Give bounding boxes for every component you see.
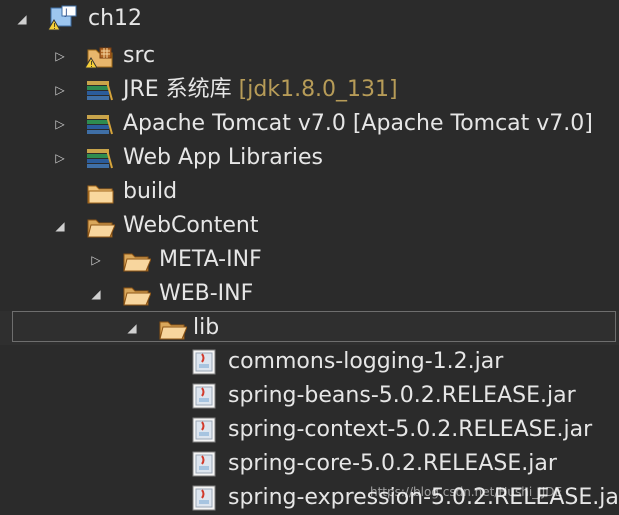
library-icon [87, 81, 113, 101]
webapp-libraries-label: Web App Libraries [123, 145, 323, 170]
tree-item-jre[interactable]: ▷ JRE 系统库 [jdk1.8.0_131] [0, 73, 619, 107]
collapse-arrow-icon[interactable]: ▷ [54, 117, 66, 131]
project-explorer-tree: ◢ J ! ch12 ▷ ! src ▷ JRE 系统库 [jdk1.8.0_1… [0, 0, 619, 513]
project-label: ch12 [88, 6, 143, 31]
tree-item-build[interactable]: build [0, 175, 619, 209]
web-project-icon: J ! [48, 5, 77, 31]
jar-label: spring-beans-5.0.2.RELEASE.jar [228, 383, 576, 408]
collapse-arrow-icon[interactable]: ▷ [54, 83, 66, 97]
web-inf-label: WEB-INF [159, 281, 254, 306]
src-label: src [123, 43, 156, 68]
lib-label: lib [193, 315, 220, 340]
collapse-arrow-icon[interactable]: ▷ [54, 49, 66, 63]
source-folder-icon: ! [85, 47, 113, 69]
collapse-arrow-icon[interactable]: ▷ [54, 151, 66, 165]
jar-label: spring-core-5.0.2.RELEASE.jar [228, 451, 557, 476]
tree-item-jar[interactable]: spring-context-5.0.2.RELEASE.jar [0, 413, 619, 447]
folder-icon [87, 185, 114, 204]
tree-item-lib[interactable]: ◢ lib [0, 311, 619, 345]
svg-text:!: ! [53, 22, 56, 31]
open-folder-icon [123, 253, 151, 272]
jar-label: commons-logging-1.2.jar [228, 349, 504, 374]
svg-text:J: J [64, 8, 68, 18]
build-label: build [123, 179, 178, 204]
jre-label: JRE 系统库 [jdk1.8.0_131] [123, 76, 398, 104]
library-icon [87, 149, 113, 169]
tomcat-label: Apache Tomcat v7.0 [Apache Tomcat v7.0] [123, 111, 593, 136]
jre-name: JRE 系统库 [123, 77, 232, 102]
tree-item-jar[interactable]: spring-beans-5.0.2.RELEASE.jar [0, 379, 619, 413]
tree-item-jar[interactable]: commons-logging-1.2.jar [0, 345, 619, 379]
webcontent-label: WebContent [123, 213, 259, 238]
jar-icon [192, 349, 216, 375]
library-icon [87, 115, 113, 135]
tree-item-tomcat[interactable]: ▷ Apache Tomcat v7.0 [Apache Tomcat v7.0… [0, 107, 619, 141]
jar-icon [192, 383, 216, 409]
tree-item-meta-inf[interactable]: ▷ META-INF [0, 243, 619, 277]
tree-item-webcontent[interactable]: ◢ WebContent [0, 209, 619, 243]
tree-item-jar[interactable]: spring-core-5.0.2.RELEASE.jar [0, 447, 619, 481]
jar-icon [192, 417, 216, 443]
tree-item-webapp-libraries[interactable]: ▷ Web App Libraries [0, 141, 619, 175]
jre-version: [jdk1.8.0_131] [238, 77, 398, 102]
open-folder-icon [123, 287, 151, 306]
collapse-arrow-icon[interactable]: ▷ [90, 253, 102, 267]
expand-arrow-icon[interactable]: ◢ [126, 321, 138, 335]
open-folder-icon [159, 321, 187, 340]
expand-arrow-icon[interactable]: ◢ [16, 12, 28, 26]
tree-item-src[interactable]: ▷ ! src [0, 39, 619, 73]
expand-arrow-icon[interactable]: ◢ [54, 219, 66, 233]
jar-label: spring-context-5.0.2.RELEASE.jar [228, 417, 593, 442]
open-folder-icon [87, 219, 115, 238]
jar-icon [192, 485, 216, 511]
jar-icon [192, 451, 216, 477]
selection-outline [12, 311, 616, 342]
meta-inf-label: META-INF [159, 247, 262, 272]
tree-item-project[interactable]: ◢ J ! ch12 [0, 2, 619, 36]
tree-item-web-inf[interactable]: ◢ WEB-INF [0, 277, 619, 311]
watermark-text: https://blog.csdn.net/Hushi_JJDE [370, 485, 563, 499]
svg-text:!: ! [90, 60, 93, 69]
expand-arrow-icon[interactable]: ◢ [90, 287, 102, 301]
